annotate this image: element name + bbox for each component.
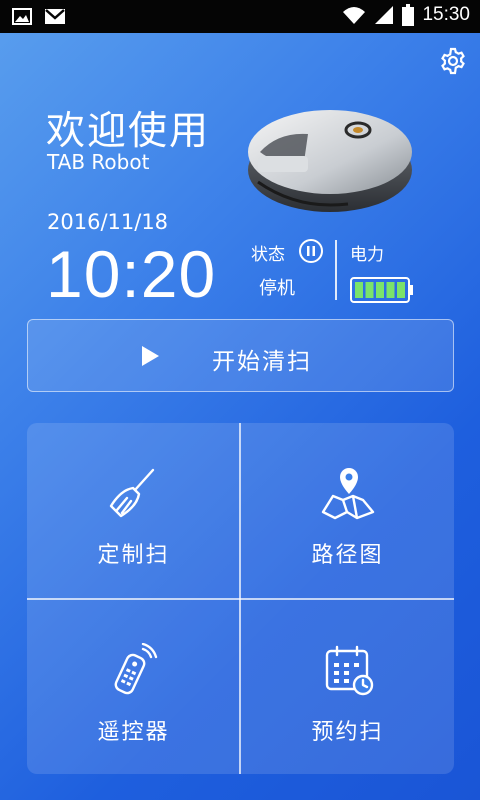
power-label: 电力 bbox=[350, 245, 384, 265]
route-map-tile[interactable]: 路径图 bbox=[241, 423, 454, 598]
wifi-icon bbox=[343, 7, 366, 24]
route-map-label: 路径图 bbox=[311, 543, 384, 568]
remote-control-label: 遥控器 bbox=[97, 720, 170, 745]
custom-clean-label: 定制扫 bbox=[97, 543, 170, 568]
current-date: 2016/11/18 bbox=[47, 210, 169, 234]
battery-cell bbox=[397, 282, 405, 298]
grid-divider-horizontal bbox=[27, 598, 454, 600]
remote-control-tile[interactable]: 遥控器 bbox=[27, 600, 240, 774]
start-cleaning-button[interactable]: 开始清扫 bbox=[27, 319, 454, 392]
robot-vacuum-image bbox=[248, 110, 412, 212]
image-icon bbox=[12, 8, 32, 25]
status-bar: 15:30 bbox=[0, 0, 480, 33]
status-label: 状态 bbox=[251, 245, 285, 265]
current-time: 10:20 bbox=[46, 237, 217, 311]
battery-cell bbox=[355, 282, 363, 298]
scheduled-clean-label: 预约扫 bbox=[311, 720, 384, 745]
brand-name: TAB Robot bbox=[47, 150, 150, 174]
custom-clean-tile[interactable]: 定制扫 bbox=[27, 423, 240, 598]
battery-cell bbox=[376, 282, 384, 298]
pause-circle-icon[interactable] bbox=[298, 238, 324, 264]
gmail-icon bbox=[45, 9, 65, 24]
play-icon bbox=[142, 346, 159, 366]
welcome-title: 欢迎使用 bbox=[46, 109, 211, 154]
status-value: 停机 bbox=[259, 278, 295, 299]
battery-cell bbox=[365, 282, 374, 298]
status-bar-time: 15:30 bbox=[422, 4, 470, 25]
remote-control-icon bbox=[114, 643, 158, 695]
calendar-clock-icon bbox=[325, 645, 374, 696]
gear-icon[interactable] bbox=[438, 46, 468, 76]
scheduled-clean-tile[interactable]: 预约扫 bbox=[241, 600, 454, 774]
broom-icon bbox=[109, 468, 155, 518]
battery-level-indicator bbox=[350, 277, 413, 303]
start-cleaning-label: 开始清扫 bbox=[212, 349, 312, 375]
feature-grid: 定制扫 路径图 遥控器 预约扫 bbox=[27, 423, 454, 774]
status-divider bbox=[335, 240, 337, 300]
battery-icon bbox=[402, 4, 415, 26]
signal-icon bbox=[375, 6, 394, 24]
app-screen: 15:30 欢迎使用 TAB Robot 2016/11/18 10:20 状态… bbox=[0, 0, 480, 800]
battery-cell bbox=[386, 282, 395, 298]
map-pin-icon bbox=[321, 468, 375, 520]
